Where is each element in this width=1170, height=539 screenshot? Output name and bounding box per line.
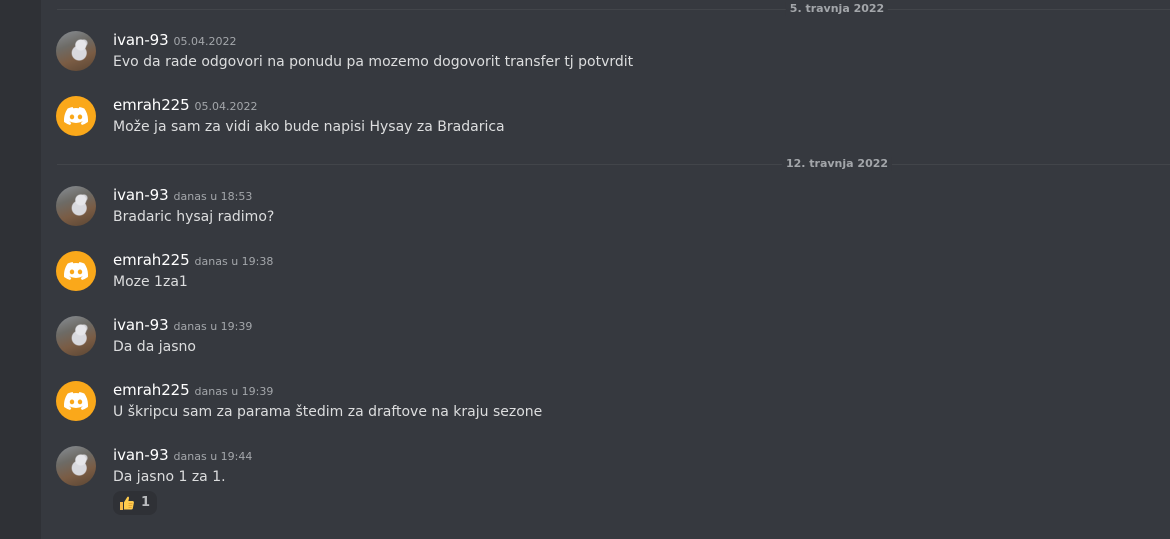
timestamp: danas u 19:38	[194, 255, 274, 268]
message-list: 5. travnja 2022 ivan-93 05.04.2022 Evo da…	[41, 0, 1170, 539]
channel-sidebar-edge	[0, 0, 41, 539]
user-avatar[interactable]	[56, 446, 96, 486]
message-text: Da da jasno	[113, 339, 196, 355]
user-avatar[interactable]	[56, 316, 96, 356]
discord-logo-icon	[64, 262, 88, 280]
app-window: 5. travnja 2022 ivan-93 05.04.2022 Evo da…	[0, 0, 1170, 539]
message-header: ivan-93 danas u 19:39	[113, 315, 252, 337]
user-avatar[interactable]	[56, 251, 96, 291]
message-text: Bradaric hysaj radimo?	[113, 209, 275, 225]
message-text: Da jasno 1 za 1.	[113, 469, 226, 485]
thumbs-up-icon	[120, 496, 134, 510]
date-divider-label: 12. travnja 2022	[781, 157, 893, 171]
username[interactable]: emrah225	[113, 251, 190, 269]
message[interactable]: ivan-93 danas u 19:39 Da da jasno	[56, 316, 1170, 366]
timestamp: danas u 19:39	[194, 385, 274, 398]
date-divider-label: 5. travnja 2022	[785, 2, 889, 16]
user-avatar[interactable]	[56, 381, 96, 421]
user-avatar[interactable]	[56, 186, 96, 226]
timestamp: danas u 18:53	[173, 190, 253, 203]
message-text: U škripcu sam za parama štedim za drafto…	[113, 404, 543, 420]
discord-logo-icon	[64, 392, 88, 410]
reaction-button[interactable]: 1	[113, 491, 158, 515]
message[interactable]: emrah225 danas u 19:39 U škripcu sam za p…	[56, 381, 1170, 431]
message-header: emrah225 danas u 19:39	[113, 380, 273, 402]
message[interactable]: ivan-93 danas u 18:53 Bradaric hysaj radi…	[56, 186, 1170, 236]
username[interactable]: emrah225	[113, 96, 190, 114]
message-text: Evo da rade odgovori na ponudu pa mozemo…	[113, 54, 634, 70]
message[interactable]: ivan-93 05.04.2022 Evo da rade odgovori n…	[56, 31, 1170, 81]
user-avatar[interactable]	[56, 96, 96, 136]
reaction-count: 1	[141, 495, 151, 510]
timestamp: 05.04.2022	[173, 35, 237, 48]
timestamp: danas u 19:39	[173, 320, 253, 333]
message-header: ivan-93 danas u 19:44	[113, 445, 252, 467]
username[interactable]: ivan-93	[113, 186, 169, 204]
username[interactable]: ivan-93	[113, 316, 169, 334]
timestamp: danas u 19:44	[173, 450, 253, 463]
message-header: ivan-93 danas u 18:53	[113, 185, 252, 207]
date-divider: 5. travnja 2022	[57, 2, 1170, 16]
username[interactable]: emrah225	[113, 381, 190, 399]
username[interactable]: ivan-93	[113, 31, 169, 49]
message-text: Može ja sam za vidi ako bude napisi Hysa…	[113, 119, 505, 135]
message-header: emrah225 danas u 19:38	[113, 250, 273, 272]
user-avatar[interactable]	[56, 31, 96, 71]
message-text: Moze 1za1	[113, 274, 188, 290]
timestamp: 05.04.2022	[194, 100, 258, 113]
message-header: ivan-93 05.04.2022	[113, 30, 237, 52]
date-divider: 12. travnja 2022	[57, 157, 1170, 171]
username[interactable]: ivan-93	[113, 446, 169, 464]
message[interactable]: emrah225 danas u 19:38 Moze 1za1	[56, 251, 1170, 301]
message[interactable]: ivan-93 danas u 19:44 Da jasno 1 za 1. 1	[56, 446, 1170, 520]
message-header: emrah225 05.04.2022	[113, 95, 258, 117]
message[interactable]: emrah225 05.04.2022 Može ja sam za vidi a…	[56, 96, 1170, 146]
discord-logo-icon	[64, 107, 88, 125]
